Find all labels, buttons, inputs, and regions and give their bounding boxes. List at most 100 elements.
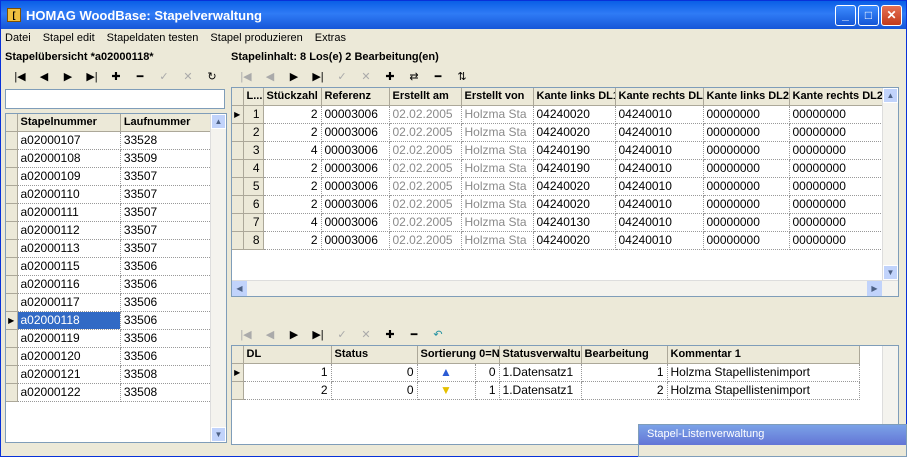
- minimize-button[interactable]: _: [835, 4, 856, 26]
- cell-stapelnummer[interactable]: a02000110: [17, 185, 121, 204]
- lot-cell[interactable]: Holzma Sta: [461, 177, 534, 196]
- menu-stapel-edit[interactable]: Stapel edit: [43, 32, 95, 44]
- lot-cell[interactable]: 04240020: [533, 231, 616, 250]
- stack-row[interactable]: a02000111 33507: [6, 203, 213, 222]
- stack-row[interactable]: a02000121 33508: [6, 365, 213, 384]
- first-record-icon[interactable]: |◀: [235, 67, 257, 85]
- lot-cell[interactable]: 02.02.2005: [389, 231, 462, 250]
- lot-cell[interactable]: 04240130: [533, 213, 616, 232]
- cell-sort-icon[interactable]: ▲: [417, 363, 476, 382]
- lot-cell[interactable]: Holzma Sta: [461, 141, 534, 160]
- cell-laufnummer[interactable]: 33506: [120, 293, 213, 312]
- stack-row[interactable]: a02000116 33506: [6, 275, 213, 294]
- post-edit-icon[interactable]: ✓: [331, 67, 353, 85]
- processing-row[interactable]: ▶ 1 0 ▲ 0 1.Datensatz1 1 Holzma Stapellistenimp…: [232, 363, 860, 382]
- stack-row[interactable]: a02000122 33508: [6, 383, 213, 402]
- cancel-edit-icon[interactable]: ✕: [355, 67, 377, 85]
- cell-laufnummer[interactable]: 33506: [120, 275, 213, 294]
- lot-cell[interactable]: 00000000: [789, 177, 885, 196]
- scroll-up-icon[interactable]: ▲: [883, 88, 898, 103]
- lot-cell[interactable]: 2: [263, 105, 322, 124]
- cell-kommentar[interactable]: Holzma Stapellistenimport: [667, 363, 860, 382]
- lot-row[interactable]: 6 2 00003006 02.02.2005 Holzma Sta 04240020 04…: [232, 195, 885, 214]
- lot-cell[interactable]: 00003006: [321, 177, 390, 196]
- lot-cell[interactable]: 00003006: [321, 195, 390, 214]
- cell-stapelnummer[interactable]: a02000113: [17, 239, 121, 258]
- col-header[interactable]: Erstellt von: [461, 88, 534, 106]
- cell-laufnummer[interactable]: 33509: [120, 149, 213, 168]
- lot-cell[interactable]: 04240010: [615, 195, 704, 214]
- lot-cell[interactable]: 00000000: [703, 123, 790, 142]
- lot-cell[interactable]: Holzma Sta: [461, 231, 534, 250]
- lot-cell[interactable]: 00003006: [321, 231, 390, 250]
- lot-grid[interactable]: L... Stückzahl Referenz Erstellt am Erstellt…: [231, 87, 899, 297]
- lot-cell[interactable]: 3: [243, 141, 264, 160]
- col-dl[interactable]: DL: [243, 346, 332, 364]
- top-horizontal-scrollbar[interactable]: ◀ ▶: [232, 280, 898, 296]
- stack-row[interactable]: a02000112 33507: [6, 221, 213, 240]
- prior-record-icon[interactable]: ◀: [259, 325, 281, 343]
- cell-laufnummer[interactable]: 33507: [120, 221, 213, 240]
- lot-cell[interactable]: 04240010: [615, 105, 704, 124]
- cell-status[interactable]: 0: [331, 381, 418, 400]
- cell-stapelnummer[interactable]: a02000115: [17, 257, 121, 276]
- lot-cell[interactable]: 04240010: [615, 159, 704, 178]
- lot-row[interactable]: 5 2 00003006 02.02.2005 Holzma Sta 04240020 04…: [232, 177, 885, 196]
- lot-cell[interactable]: 02.02.2005: [389, 159, 462, 178]
- col-laufnummer[interactable]: Laufnummer: [120, 114, 213, 132]
- lot-cell[interactable]: 2: [263, 123, 322, 142]
- lot-cell[interactable]: 00000000: [703, 141, 790, 160]
- lot-cell[interactable]: 2: [263, 195, 322, 214]
- lot-cell[interactable]: 04240190: [533, 159, 616, 178]
- cell-laufnummer[interactable]: 33506: [120, 347, 213, 366]
- stack-row[interactable]: a02000120 33506: [6, 347, 213, 366]
- scroll-down-icon[interactable]: ▼: [883, 265, 898, 280]
- next-record-icon[interactable]: ▶: [283, 67, 305, 85]
- col-header[interactable]: Kante links DL1: [533, 88, 616, 106]
- cell-stapelnummer[interactable]: a02000118: [17, 311, 121, 330]
- lot-cell[interactable]: 04240190: [533, 141, 616, 160]
- col-header[interactable]: Referenz: [321, 88, 390, 106]
- lot-row[interactable]: ▶ 1 2 00003006 02.02.2005 Holzma Sta 04240020 0…: [232, 105, 885, 124]
- cancel-edit-icon[interactable]: ✕: [355, 325, 377, 343]
- menu-stapel-produzieren[interactable]: Stapel produzieren: [210, 32, 302, 44]
- lot-cell[interactable]: 04240010: [615, 177, 704, 196]
- col-bearbeitung[interactable]: Bearbeitung: [581, 346, 668, 364]
- lot-cell[interactable]: Holzma Sta: [461, 213, 534, 232]
- list-manager-popup[interactable]: Stapel-Listenverwaltung: [638, 424, 907, 457]
- title-bar[interactable]: [ HOMAG WoodBase: Stapelverwaltung _ □ ✕: [1, 1, 906, 29]
- refresh-icon[interactable]: ↻: [201, 67, 223, 85]
- cell-dl[interactable]: 2: [243, 381, 332, 400]
- col-header[interactable]: L...: [243, 88, 264, 106]
- col-statusverwaltung[interactable]: Statusverwaltu...: [499, 346, 582, 364]
- menu-extras[interactable]: Extras: [315, 32, 346, 44]
- search-input[interactable]: [5, 89, 225, 109]
- next-record-icon[interactable]: ▶: [57, 67, 79, 85]
- delete-record-icon[interactable]: ━: [403, 325, 425, 343]
- cell-kommentar[interactable]: Holzma Stapellistenimport: [667, 381, 860, 400]
- left-vertical-scrollbar[interactable]: ▲ ▼: [210, 114, 226, 442]
- cell-stapelnummer[interactable]: a02000116: [17, 275, 121, 294]
- cancel-edit-icon[interactable]: ✕: [177, 67, 199, 85]
- scroll-down-icon[interactable]: ▼: [211, 427, 226, 442]
- lot-cell[interactable]: 00000000: [789, 159, 885, 178]
- lot-cell[interactable]: 00000000: [789, 123, 885, 142]
- next-record-icon[interactable]: ▶: [283, 325, 305, 343]
- lot-cell[interactable]: 1: [243, 105, 264, 124]
- lot-cell[interactable]: 7: [243, 213, 264, 232]
- lot-cell[interactable]: 00000000: [789, 141, 885, 160]
- prior-record-icon[interactable]: ◀: [259, 67, 281, 85]
- lot-cell[interactable]: 04240010: [615, 231, 704, 250]
- post-edit-icon[interactable]: ✓: [153, 67, 175, 85]
- cell-laufnummer[interactable]: 33506: [120, 257, 213, 276]
- col-header[interactable]: Kante rechts DL2: [789, 88, 885, 106]
- lot-cell[interactable]: Holzma Sta: [461, 123, 534, 142]
- lot-cell[interactable]: 02.02.2005: [389, 105, 462, 124]
- lot-cell[interactable]: 00000000: [703, 213, 790, 232]
- cell-sortierung[interactable]: 0: [475, 363, 500, 382]
- col-sortierung[interactable]: Sortierung 0=N...: [417, 346, 500, 364]
- last-record-icon[interactable]: ▶|: [307, 67, 329, 85]
- lot-cell[interactable]: 00000000: [703, 195, 790, 214]
- cell-stapelnummer[interactable]: a02000111: [17, 203, 121, 222]
- stack-row[interactable]: a02000107 33528: [6, 131, 213, 150]
